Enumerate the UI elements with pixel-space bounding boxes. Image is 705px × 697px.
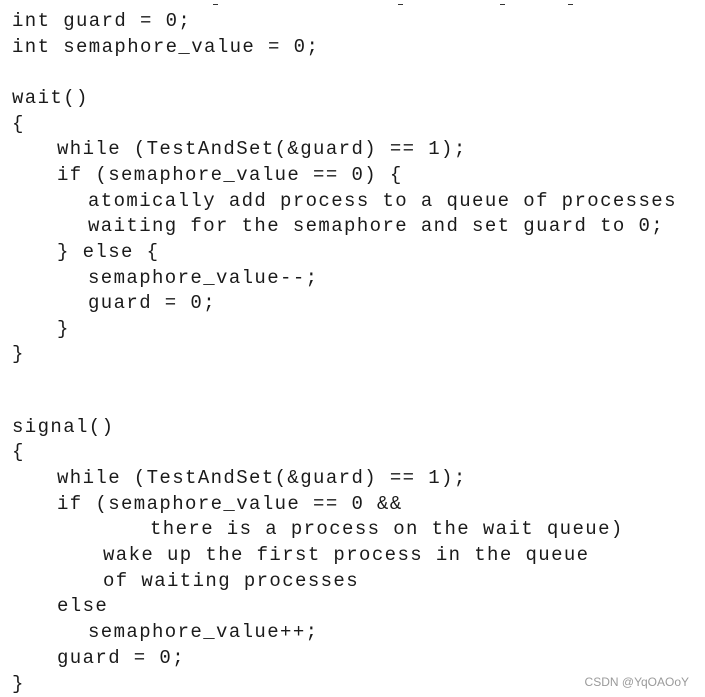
code-line: there is a process on the wait queue) <box>150 518 624 540</box>
scan-artifact <box>568 4 573 5</box>
scan-artifact <box>213 4 218 5</box>
code-line: waiting for the semaphore and set guard … <box>88 215 665 237</box>
code-line: semaphore_value++; <box>88 621 319 643</box>
code-line: { <box>12 441 25 463</box>
code-line: else <box>57 595 109 617</box>
code-line: signal() <box>12 416 115 438</box>
code-line: semaphore_value--; <box>88 267 319 289</box>
code-line: if (semaphore_value == 0) { <box>57 164 403 186</box>
code-line: wait() <box>12 87 89 109</box>
scan-artifact <box>398 4 403 5</box>
code-line: } else { <box>57 241 160 263</box>
code-line: } <box>57 318 70 340</box>
code-line: guard = 0; <box>57 647 186 669</box>
code-line: if (semaphore_value == 0 && <box>57 493 403 515</box>
watermark: CSDN @YqOAOoY <box>584 675 689 689</box>
code-line: int semaphore_value = 0; <box>12 36 320 58</box>
code-line: int guard = 0; <box>12 10 192 32</box>
code-line: atomically add process to a queue of pro… <box>88 190 677 212</box>
scan-artifact <box>500 4 505 5</box>
code-line: } <box>12 673 25 695</box>
code-line: while (TestAndSet(&guard) == 1); <box>57 138 467 160</box>
code-line: wake up the first process in the queue <box>103 544 590 566</box>
code-line: of waiting processes <box>103 570 360 592</box>
code-line: guard = 0; <box>88 292 217 314</box>
code-line: { <box>12 113 25 135</box>
code-line: while (TestAndSet(&guard) == 1); <box>57 467 467 489</box>
code-line: } <box>12 343 25 365</box>
